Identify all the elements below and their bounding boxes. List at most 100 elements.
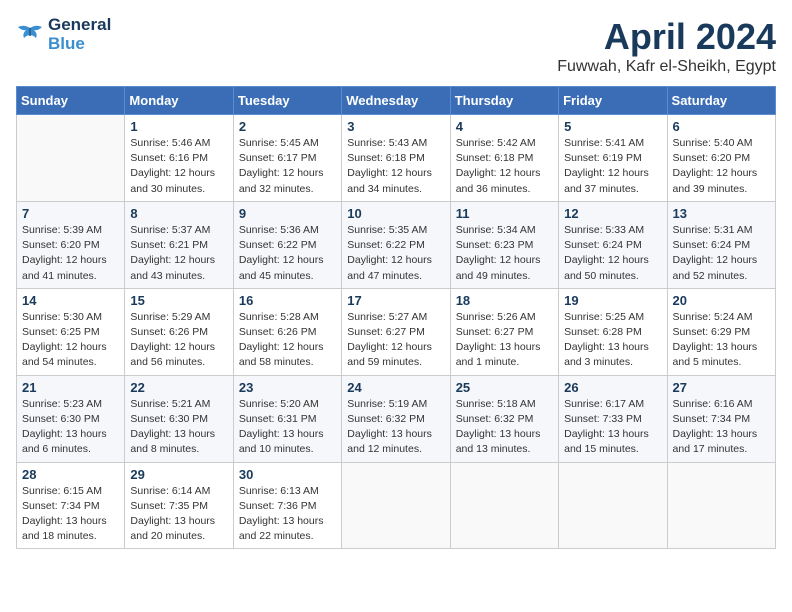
table-row: 18 Sunrise: 5:26 AM Sunset: 6:27 PM Dayli… — [450, 288, 558, 375]
logo: General Blue — [16, 16, 111, 53]
page-title: April 2024 — [557, 16, 776, 58]
day-info: Sunrise: 5:25 AM Sunset: 6:28 PM Dayligh… — [564, 310, 661, 371]
column-header-sunday: Sunday — [17, 87, 125, 115]
day-number: 25 — [456, 380, 553, 395]
day-number: 2 — [239, 119, 336, 134]
logo-text: General Blue — [48, 16, 111, 53]
day-number: 30 — [239, 467, 336, 482]
column-header-thursday: Thursday — [450, 87, 558, 115]
day-number: 23 — [239, 380, 336, 395]
table-row: 24 Sunrise: 5:19 AM Sunset: 6:32 PM Dayli… — [342, 375, 450, 462]
calendar-week-5: 28 Sunrise: 6:15 AM Sunset: 7:34 PM Dayli… — [17, 462, 776, 549]
day-info: Sunrise: 5:27 AM Sunset: 6:27 PM Dayligh… — [347, 310, 444, 371]
day-info: Sunrise: 6:13 AM Sunset: 7:36 PM Dayligh… — [239, 484, 336, 545]
day-number: 24 — [347, 380, 444, 395]
table-row: 5Sunrise: 5:41 AM Sunset: 6:19 PM Daylig… — [559, 115, 667, 202]
table-row: 4 Sunrise: 5:42 AM Sunset: 6:18 PM Daylig… — [450, 115, 558, 202]
table-row — [17, 115, 125, 202]
page-subtitle: Fuwwah, Kafr el-Sheikh, Egypt — [557, 58, 776, 76]
table-row: 23 Sunrise: 5:20 AM Sunset: 6:31 PM Dayli… — [233, 375, 341, 462]
day-info: Sunrise: 6:16 AM Sunset: 7:34 PM Dayligh… — [673, 397, 770, 458]
table-row: 20 Sunrise: 5:24 AM Sunset: 6:29 PM Dayli… — [667, 288, 775, 375]
table-row: 8 Sunrise: 5:37 AM Sunset: 6:21 PM Daylig… — [125, 201, 233, 288]
table-row: 10Sunrise: 5:35 AM Sunset: 6:22 PM Dayli… — [342, 201, 450, 288]
table-row: 16Sunrise: 5:28 AM Sunset: 6:26 PM Dayli… — [233, 288, 341, 375]
calendar-week-3: 14 Sunrise: 5:30 AM Sunset: 6:25 PM Dayli… — [17, 288, 776, 375]
day-number: 14 — [22, 293, 119, 308]
column-header-tuesday: Tuesday — [233, 87, 341, 115]
day-info: Sunrise: 6:17 AM Sunset: 7:33 PM Dayligh… — [564, 397, 661, 458]
table-row: 25Sunrise: 5:18 AM Sunset: 6:32 PM Dayli… — [450, 375, 558, 462]
calendar-week-2: 7Sunrise: 5:39 AM Sunset: 6:20 PM Daylig… — [17, 201, 776, 288]
table-row: 26 Sunrise: 6:17 AM Sunset: 7:33 PM Dayli… — [559, 375, 667, 462]
column-header-wednesday: Wednesday — [342, 87, 450, 115]
table-row: 14 Sunrise: 5:30 AM Sunset: 6:25 PM Dayli… — [17, 288, 125, 375]
day-info: Sunrise: 6:14 AM Sunset: 7:35 PM Dayligh… — [130, 484, 227, 545]
table-row: 19 Sunrise: 5:25 AM Sunset: 6:28 PM Dayli… — [559, 288, 667, 375]
table-row: 12 Sunrise: 5:33 AM Sunset: 6:24 PM Dayli… — [559, 201, 667, 288]
day-info: Sunrise: 5:39 AM Sunset: 6:20 PM Dayligh… — [22, 223, 119, 284]
table-row: 15 Sunrise: 5:29 AM Sunset: 6:26 PM Dayli… — [125, 288, 233, 375]
day-info: Sunrise: 5:37 AM Sunset: 6:21 PM Dayligh… — [130, 223, 227, 284]
day-info: Sunrise: 5:31 AM Sunset: 6:24 PM Dayligh… — [673, 223, 770, 284]
calendar-week-1: 1 Sunrise: 5:46 AM Sunset: 6:16 PM Daylig… — [17, 115, 776, 202]
day-number: 9 — [239, 206, 336, 221]
day-info: Sunrise: 6:15 AM Sunset: 7:34 PM Dayligh… — [22, 484, 119, 545]
day-number: 29 — [130, 467, 227, 482]
day-info: Sunrise: 5:26 AM Sunset: 6:27 PM Dayligh… — [456, 310, 553, 371]
day-info: Sunrise: 5:41 AM Sunset: 6:19 PM Dayligh… — [564, 136, 661, 197]
table-row: 27 Sunrise: 6:16 AM Sunset: 7:34 PM Dayli… — [667, 375, 775, 462]
day-info: Sunrise: 5:20 AM Sunset: 6:31 PM Dayligh… — [239, 397, 336, 458]
day-info: Sunrise: 5:46 AM Sunset: 6:16 PM Dayligh… — [130, 136, 227, 197]
day-info: Sunrise: 5:35 AM Sunset: 6:22 PM Dayligh… — [347, 223, 444, 284]
table-row: 3Sunrise: 5:43 AM Sunset: 6:18 PM Daylig… — [342, 115, 450, 202]
day-number: 15 — [130, 293, 227, 308]
table-row: 30 Sunrise: 6:13 AM Sunset: 7:36 PM Dayli… — [233, 462, 341, 549]
day-info: Sunrise: 5:23 AM Sunset: 6:30 PM Dayligh… — [22, 397, 119, 458]
day-number: 27 — [673, 380, 770, 395]
table-row — [667, 462, 775, 549]
table-row — [450, 462, 558, 549]
day-number: 21 — [22, 380, 119, 395]
table-row: 7Sunrise: 5:39 AM Sunset: 6:20 PM Daylig… — [17, 201, 125, 288]
calendar-week-4: 21 Sunrise: 5:23 AM Sunset: 6:30 PM Dayli… — [17, 375, 776, 462]
calendar-table: SundayMondayTuesdayWednesdayThursdayFrid… — [16, 86, 776, 549]
day-info: Sunrise: 5:40 AM Sunset: 6:20 PM Dayligh… — [673, 136, 770, 197]
day-number: 18 — [456, 293, 553, 308]
day-number: 8 — [130, 206, 227, 221]
day-number: 11 — [456, 206, 553, 221]
day-info: Sunrise: 5:34 AM Sunset: 6:23 PM Dayligh… — [456, 223, 553, 284]
table-row: 17Sunrise: 5:27 AM Sunset: 6:27 PM Dayli… — [342, 288, 450, 375]
day-number: 16 — [239, 293, 336, 308]
table-row: 6 Sunrise: 5:40 AM Sunset: 6:20 PM Daylig… — [667, 115, 775, 202]
table-row: 21 Sunrise: 5:23 AM Sunset: 6:30 PM Dayli… — [17, 375, 125, 462]
day-number: 22 — [130, 380, 227, 395]
table-row: 9 Sunrise: 5:36 AM Sunset: 6:22 PM Daylig… — [233, 201, 341, 288]
day-info: Sunrise: 5:24 AM Sunset: 6:29 PM Dayligh… — [673, 310, 770, 371]
table-row: 13 Sunrise: 5:31 AM Sunset: 6:24 PM Dayli… — [667, 201, 775, 288]
day-info: Sunrise: 5:42 AM Sunset: 6:18 PM Dayligh… — [456, 136, 553, 197]
day-number: 13 — [673, 206, 770, 221]
day-number: 19 — [564, 293, 661, 308]
day-info: Sunrise: 5:29 AM Sunset: 6:26 PM Dayligh… — [130, 310, 227, 371]
day-number: 26 — [564, 380, 661, 395]
table-row: 22Sunrise: 5:21 AM Sunset: 6:30 PM Dayli… — [125, 375, 233, 462]
day-info: Sunrise: 5:33 AM Sunset: 6:24 PM Dayligh… — [564, 223, 661, 284]
day-info: Sunrise: 5:36 AM Sunset: 6:22 PM Dayligh… — [239, 223, 336, 284]
day-info: Sunrise: 5:30 AM Sunset: 6:25 PM Dayligh… — [22, 310, 119, 371]
table-row: 2Sunrise: 5:45 AM Sunset: 6:17 PM Daylig… — [233, 115, 341, 202]
logo-bird-icon — [16, 24, 44, 46]
day-info: Sunrise: 5:19 AM Sunset: 6:32 PM Dayligh… — [347, 397, 444, 458]
day-number: 12 — [564, 206, 661, 221]
table-row: 11 Sunrise: 5:34 AM Sunset: 6:23 PM Dayli… — [450, 201, 558, 288]
table-row — [559, 462, 667, 549]
day-number: 1 — [130, 119, 227, 134]
day-number: 28 — [22, 467, 119, 482]
table-row: 29 Sunrise: 6:14 AM Sunset: 7:35 PM Dayli… — [125, 462, 233, 549]
table-row: 28 Sunrise: 6:15 AM Sunset: 7:34 PM Dayli… — [17, 462, 125, 549]
day-number: 20 — [673, 293, 770, 308]
day-number: 6 — [673, 119, 770, 134]
calendar-header: SundayMondayTuesdayWednesdayThursdayFrid… — [17, 87, 776, 115]
day-number: 4 — [456, 119, 553, 134]
title-area: April 2024 Fuwwah, Kafr el-Sheikh, Egypt — [557, 16, 776, 76]
